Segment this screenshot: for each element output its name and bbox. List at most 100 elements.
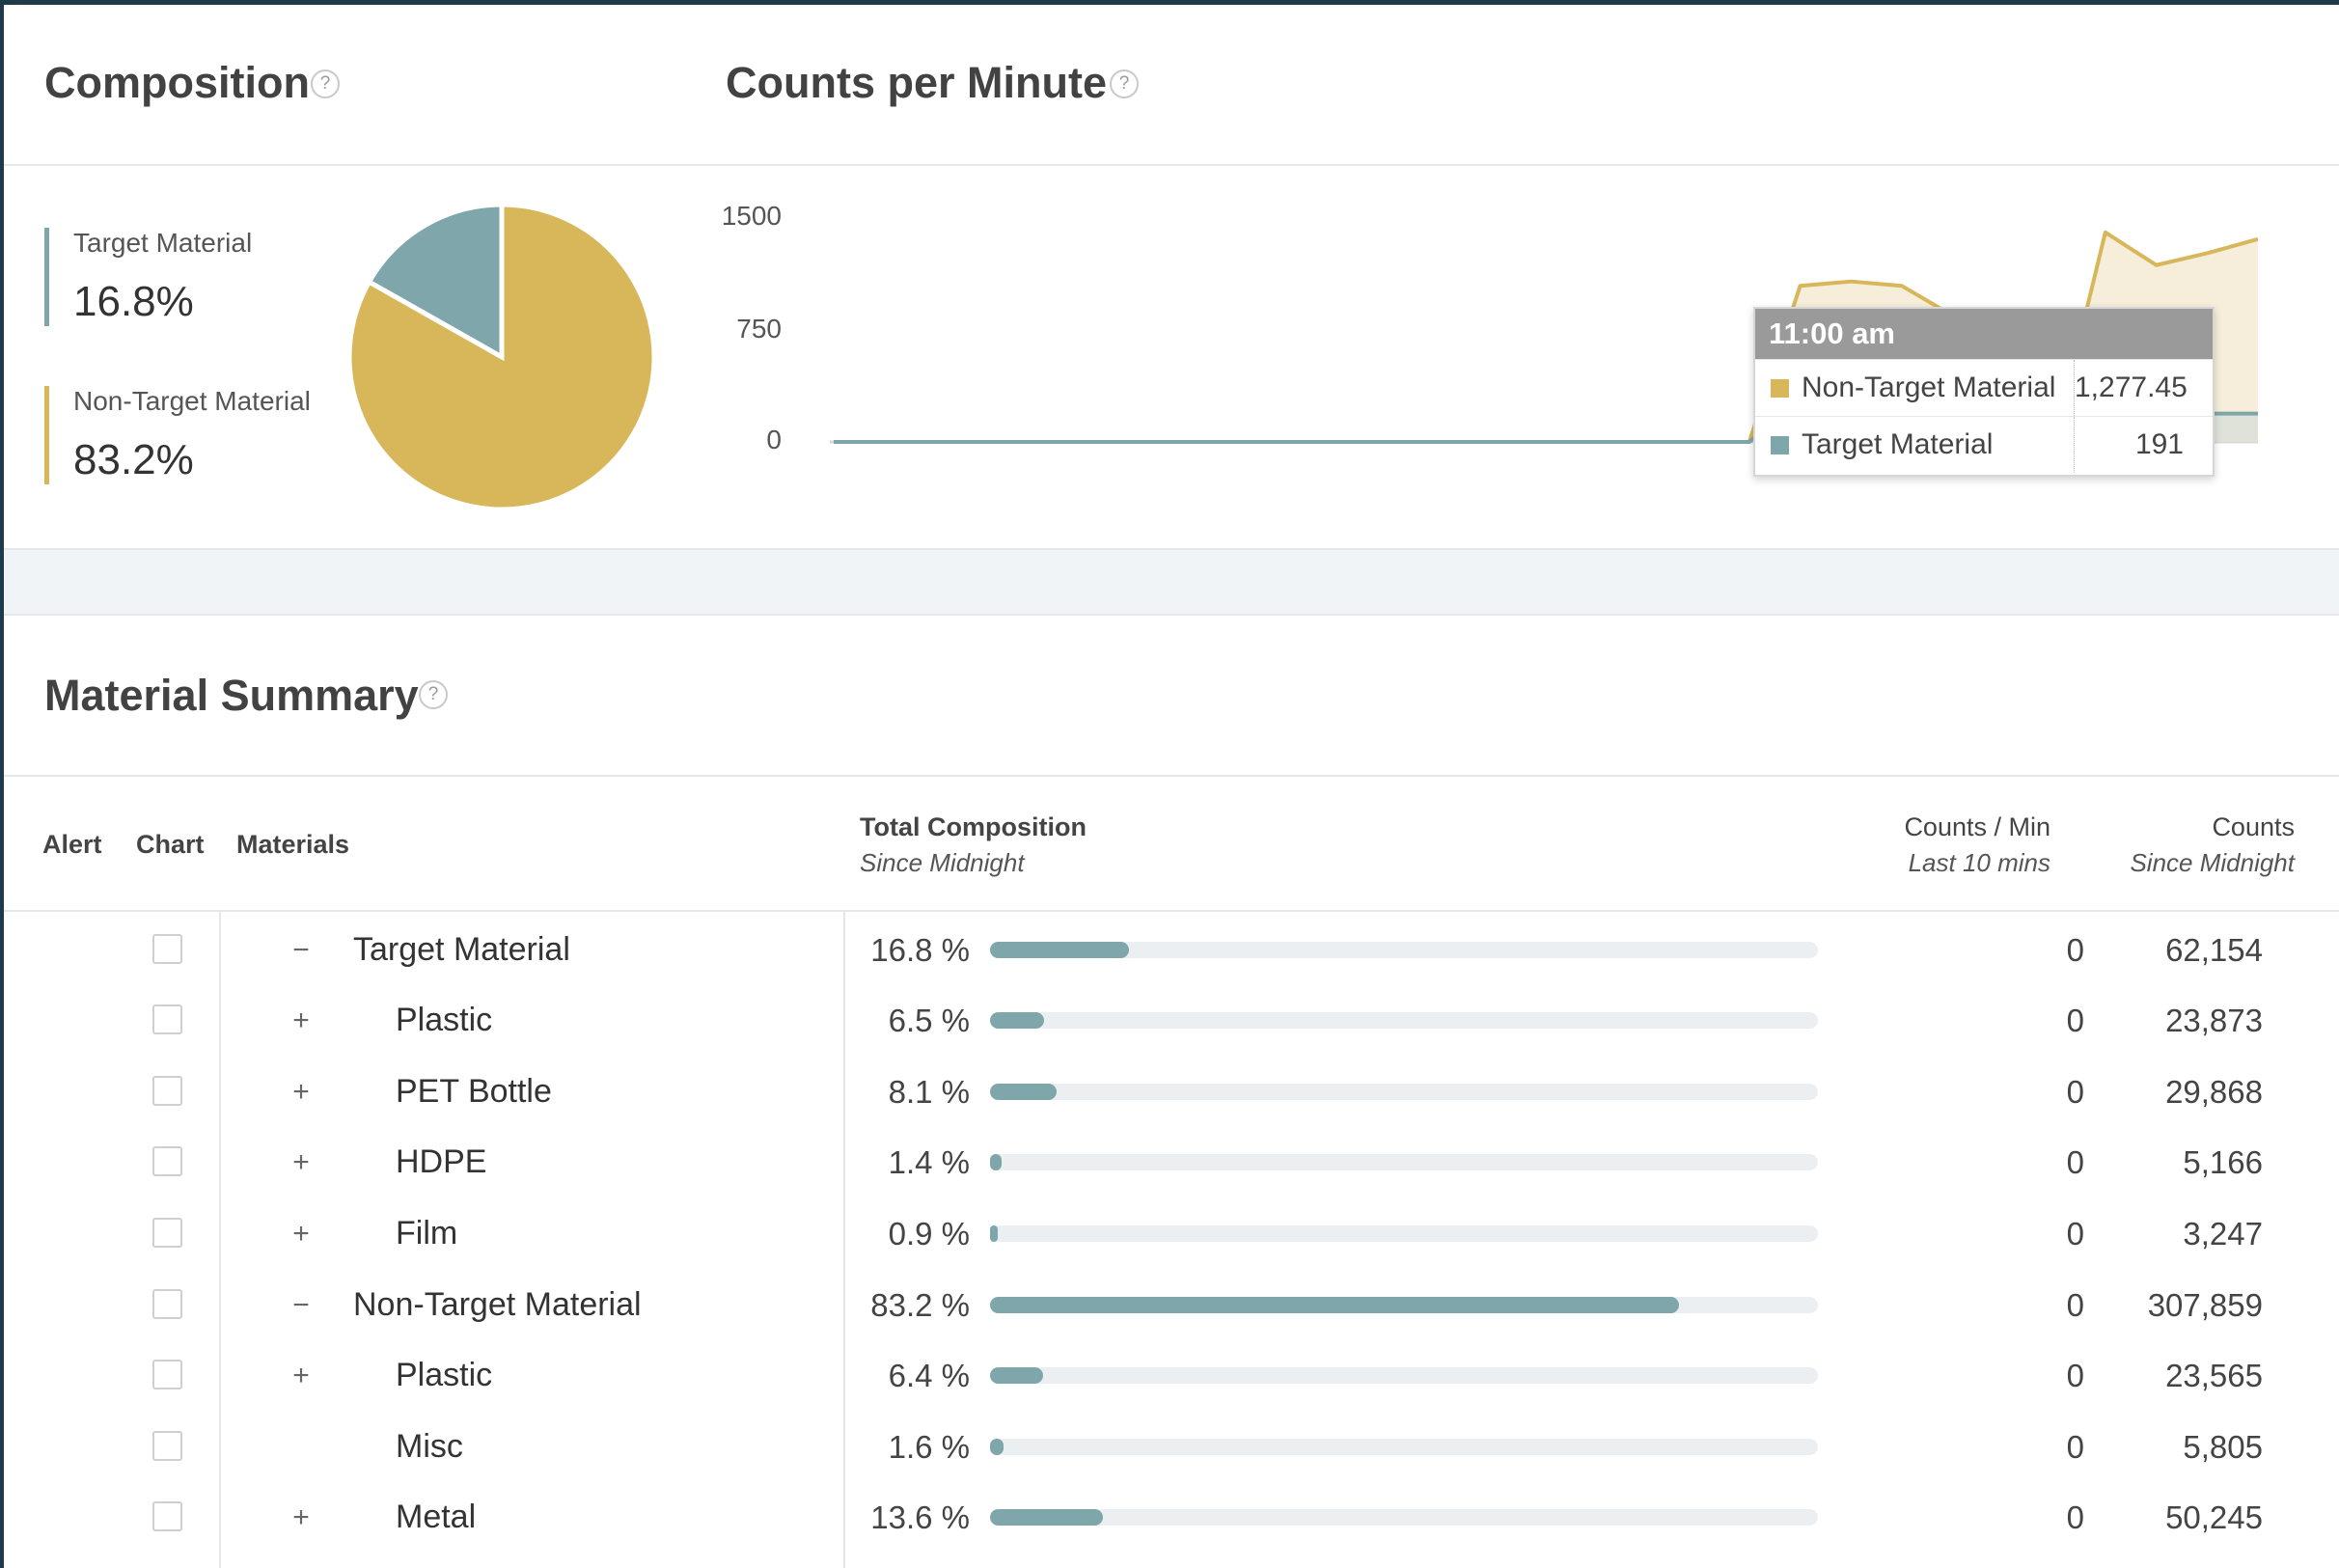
material-summary-title: Material Summary	[44, 671, 419, 720]
composition-bar	[990, 1509, 1818, 1526]
header-divider	[4, 164, 2339, 166]
counts-per-min-value: 0	[2066, 1499, 2084, 1535]
counts-per-min-value: 0	[2066, 1074, 2084, 1110]
composition-bar	[990, 942, 1818, 958]
legend-target: Target Material 16.8%	[44, 228, 252, 326]
chart-checkbox[interactable]	[152, 1004, 182, 1034]
composition-bar	[990, 1084, 1818, 1100]
composition-bar-fill	[990, 1154, 1002, 1170]
expand-icon[interactable]: +	[289, 1057, 313, 1127]
table-header-divider	[4, 910, 2339, 912]
column-header-total-composition[interactable]: Total Composition	[860, 812, 1087, 842]
counts-per-min-value: 0	[2066, 1003, 2084, 1038]
composition-bar	[990, 1225, 1818, 1242]
tooltip-time: 11:00 am	[1755, 309, 2213, 359]
table-row: + PET Bottle 8.1 % 0 29,868	[0, 1057, 2339, 1127]
counts-per-min-value: 0	[2066, 1358, 2084, 1393]
tooltip-series-value: 1,277.45	[2074, 360, 2195, 416]
tooltip-series-name: Target Material	[1802, 428, 1994, 460]
table-row: − Non-Target Material 83.2 % 0 307,859	[0, 1270, 2339, 1340]
chart-checkbox[interactable]	[152, 1076, 182, 1106]
column-header-chart[interactable]: Chart	[136, 830, 205, 860]
tooltip-row: Target Material 191	[1755, 416, 2213, 473]
column-subheader-last-10-mins: Last 10 mins	[1908, 848, 2050, 877]
composition-bar-fill	[990, 942, 1130, 958]
composition-help-icon[interactable]: ?	[311, 69, 340, 98]
expand-icon[interactable]: +	[289, 1127, 313, 1197]
counts-per-min-value: 0	[2066, 1144, 2084, 1180]
composition-percent: 13.6 %	[870, 1499, 970, 1535]
table-row: + Metal 13.6 % 0 50,245	[0, 1482, 2339, 1553]
composition-percent: 8.1 %	[888, 1074, 970, 1110]
chart-checkbox[interactable]	[152, 1146, 182, 1176]
legend-non-target-label: Non-Target Material	[73, 386, 311, 416]
composition-percent: 1.6 %	[888, 1429, 970, 1465]
column-subheader-since-midnight: Since Midnight	[2130, 848, 2295, 877]
material-name: Plastic	[396, 1002, 493, 1038]
counts-value: 23,873	[2165, 1003, 2263, 1038]
expand-icon[interactable]: +	[289, 985, 313, 1056]
material-name: Non-Target Material	[353, 1286, 642, 1323]
chart-checkbox[interactable]	[152, 1289, 182, 1319]
column-header-counts[interactable]: Counts	[2104, 812, 2295, 842]
composition-bar	[990, 1439, 1818, 1455]
counts-value: 62,154	[2165, 932, 2263, 968]
tooltip-series-value: 191	[2074, 417, 2195, 473]
composition-bar	[990, 1154, 1818, 1170]
collapse-icon[interactable]: −	[289, 915, 313, 985]
y-tick-0: 0	[766, 425, 782, 454]
material-name: Misc	[396, 1428, 463, 1465]
expand-icon[interactable]: +	[289, 1482, 313, 1553]
table-row: + Film 0.9 % 0 3,247	[0, 1198, 2339, 1269]
composition-bar	[990, 1012, 1818, 1029]
material-summary-help-icon[interactable]: ?	[419, 680, 448, 709]
composition-pie-chart	[347, 202, 656, 512]
column-header-alert[interactable]: Alert	[42, 830, 102, 860]
chart-checkbox[interactable]	[152, 934, 182, 964]
composition-bar-fill	[990, 1084, 1058, 1100]
composition-bar-fill	[990, 1012, 1044, 1029]
counts-per-min-value: 0	[2066, 1287, 2084, 1323]
table-row: + Plastic 6.5 % 0 23,873	[0, 985, 2339, 1056]
composition-percent: 16.8 %	[870, 932, 970, 968]
chart-checkbox[interactable]	[152, 1501, 182, 1531]
chart-checkbox[interactable]	[152, 1360, 182, 1389]
composition-percent: 6.4 %	[888, 1358, 970, 1393]
legend-target-value: 16.8%	[73, 278, 194, 325]
material-name: HDPE	[396, 1143, 487, 1180]
composition-percent: 6.5 %	[888, 1003, 970, 1038]
column-header-materials[interactable]: Materials	[236, 830, 349, 860]
composition-bar-fill	[990, 1367, 1043, 1384]
material-name: Target Material	[353, 931, 570, 968]
chart-checkbox[interactable]	[152, 1218, 182, 1248]
counts-per-minute-help-icon[interactable]: ?	[1110, 69, 1139, 98]
chart-checkbox[interactable]	[152, 1431, 182, 1461]
table-row: + HDPE 1.4 % 0 5,166	[0, 1127, 2339, 1197]
panel-divider	[4, 614, 2339, 616]
table-top-divider	[4, 775, 2339, 777]
table-row: + Plastic 6.4 % 0 23,565	[0, 1340, 2339, 1411]
window-top-border	[0, 0, 2339, 5]
counts-value: 29,868	[2165, 1074, 2263, 1110]
counts-per-min-value: 0	[2066, 1429, 2084, 1465]
material-name: PET Bottle	[396, 1073, 552, 1110]
y-tick-750: 750	[736, 314, 782, 344]
expand-icon[interactable]: +	[289, 1340, 313, 1411]
section-separator	[4, 550, 2339, 614]
collapse-icon[interactable]: −	[289, 1270, 313, 1340]
composition-title: Composition	[44, 58, 310, 107]
table-row: Misc 1.6 % 0 5,805	[0, 1412, 2339, 1482]
material-name: Metal	[396, 1499, 477, 1535]
table-row: − Target Material 16.8 % 0 62,154	[0, 915, 2339, 985]
composition-percent: 0.9 %	[888, 1216, 970, 1252]
y-tick-1500: 1500	[721, 201, 782, 231]
material-name: Plastic	[396, 1357, 493, 1393]
counts-value: 3,247	[2183, 1216, 2263, 1252]
expand-icon[interactable]: +	[289, 1198, 313, 1269]
counts-value: 5,805	[2183, 1429, 2263, 1465]
tooltip-row: Non-Target Material 1,277.45	[1755, 359, 2213, 416]
counts-per-min-value: 0	[2066, 932, 2084, 968]
column-header-counts-per-min[interactable]: Counts / Min	[1862, 812, 2050, 842]
composition-bar-fill	[990, 1509, 1103, 1526]
counts-value: 23,565	[2165, 1358, 2263, 1393]
